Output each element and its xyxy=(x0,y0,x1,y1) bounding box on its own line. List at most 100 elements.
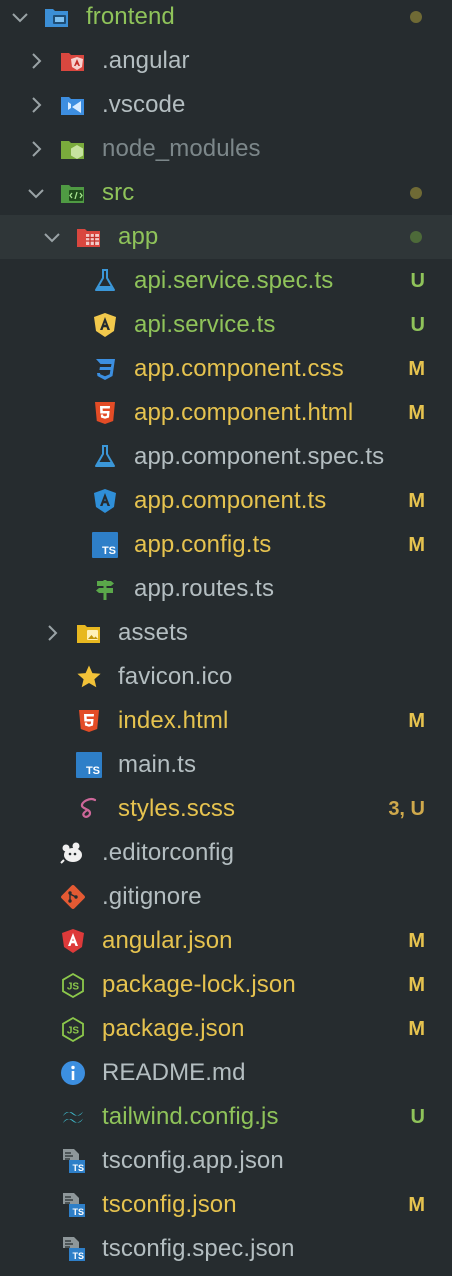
tree-file-package-json[interactable]: JS package.json M xyxy=(0,1007,452,1051)
svg-text:TS: TS xyxy=(72,1163,84,1173)
chevron-right-icon[interactable] xyxy=(26,139,46,159)
chevron-right-icon[interactable] xyxy=(26,95,46,115)
angular-component-icon xyxy=(92,488,118,514)
tree-file-app-component-ts[interactable]: app.component.ts M xyxy=(0,479,452,523)
angular-icon xyxy=(60,928,86,954)
tsconfig-icon: TS xyxy=(60,1148,86,1174)
tree-item-label: tsconfig.json xyxy=(102,1191,237,1218)
chevron-right-icon[interactable] xyxy=(26,51,46,71)
git-status-badge: M xyxy=(408,974,425,996)
tree-file-favicon-ico[interactable]: favicon.ico xyxy=(0,655,452,699)
routes-signpost-icon xyxy=(92,576,118,602)
tree-item-label: app.config.ts xyxy=(134,531,272,558)
git-status-badge: M xyxy=(408,402,425,424)
nodejs-icon: JS xyxy=(60,972,86,998)
git-status-badge: U xyxy=(410,1106,425,1128)
tree-item-label: app.component.html xyxy=(134,399,354,426)
tree-item-label: tsconfig.spec.json xyxy=(102,1235,295,1262)
tree-folder-src[interactable]: src xyxy=(0,171,452,215)
flask-test-icon xyxy=(92,444,118,470)
folder-node-icon xyxy=(60,136,86,162)
git-status-badge: U xyxy=(410,270,425,292)
tree-item-label: angular.json xyxy=(102,927,233,954)
tree-file-app-component-css[interactable]: app.component.css M xyxy=(0,347,452,391)
tree-file-editorconfig[interactable]: .editorconfig xyxy=(0,831,452,875)
git-icon xyxy=(60,884,86,910)
tree-folder-assets[interactable]: assets xyxy=(0,611,452,655)
tree-item-label: main.ts xyxy=(118,751,197,778)
git-status-badge: M xyxy=(408,1018,425,1040)
tree-item-label: README.md xyxy=(102,1059,246,1086)
nodejs-icon: JS xyxy=(60,1016,86,1042)
folder-assets-icon xyxy=(76,620,102,646)
svg-text:TS: TS xyxy=(86,765,100,777)
chevron-right-icon[interactable] xyxy=(42,623,62,643)
tree-file-readme-md[interactable]: README.md xyxy=(0,1051,452,1095)
tree-file-app-component-spec-ts[interactable]: app.component.spec.ts xyxy=(0,435,452,479)
tree-file-app-routes-ts[interactable]: app.routes.ts xyxy=(0,567,452,611)
tree-folder-node-modules[interactable]: node_modules xyxy=(0,127,452,171)
html-icon xyxy=(76,708,102,734)
tree-folder-vscode[interactable]: .vscode xyxy=(0,83,452,127)
tree-item-label: frontend xyxy=(86,3,175,30)
tree-file-styles-scss[interactable]: styles.scss 3, U xyxy=(0,787,452,831)
tree-item-label: package-lock.json xyxy=(102,971,296,998)
tree-file-tsconfig-json[interactable]: TS tsconfig.json M xyxy=(0,1183,452,1227)
info-icon xyxy=(60,1060,86,1086)
tree-file-api-service-ts[interactable]: api.service.ts U xyxy=(0,303,452,347)
tree-file-tsconfig-spec-json[interactable]: TS tsconfig.spec.json xyxy=(0,1227,452,1271)
tree-item-label: assets xyxy=(118,619,188,646)
css-icon xyxy=(92,356,118,382)
chevron-down-icon[interactable] xyxy=(10,7,30,27)
tree-folder-frontend[interactable]: frontend xyxy=(0,0,452,39)
tree-file-angular-json[interactable]: angular.json M xyxy=(0,919,452,963)
svg-text:TS: TS xyxy=(102,545,116,557)
tree-file-tsconfig-app-json[interactable]: TS tsconfig.app.json xyxy=(0,1139,452,1183)
tsconfig-icon: TS xyxy=(60,1192,86,1218)
git-status-badge: M xyxy=(408,710,425,732)
tree-file-api-service-spec-ts[interactable]: api.service.spec.ts U xyxy=(0,259,452,303)
file-explorer-tree: frontend .angular .vscode node_modulessrc ap… xyxy=(0,0,452,1276)
tree-item-label: src xyxy=(102,179,135,206)
tree-item-label: app.routes.ts xyxy=(134,575,275,602)
tree-file-main-ts[interactable]: TS main.ts xyxy=(0,743,452,787)
folder-change-dot xyxy=(410,231,422,243)
tree-folder-angular[interactable]: .angular xyxy=(0,39,452,83)
chevron-down-icon[interactable] xyxy=(26,183,46,203)
html-icon xyxy=(92,400,118,426)
git-status-badge: M xyxy=(408,358,425,380)
folder-src-icon xyxy=(60,180,86,206)
tree-item-label: app.component.css xyxy=(134,355,344,382)
git-status-badge: 3, U xyxy=(388,798,425,820)
tree-item-label: api.service.ts xyxy=(134,311,276,338)
tree-file-gitignore[interactable]: .gitignore xyxy=(0,875,452,919)
tree-item-label: app.component.spec.ts xyxy=(134,443,385,470)
git-status-badge: U xyxy=(410,314,425,336)
tree-item-label: .gitignore xyxy=(102,883,202,910)
svg-text:TS: TS xyxy=(72,1251,84,1261)
tree-item-label: tsconfig.app.json xyxy=(102,1147,284,1174)
svg-text:JS: JS xyxy=(67,982,80,993)
tree-file-tailwind-config-js[interactable]: tailwind.config.js U xyxy=(0,1095,452,1139)
tree-item-label: api.service.spec.ts xyxy=(134,267,334,294)
svg-text:JS: JS xyxy=(67,1026,80,1037)
tree-file-app-config-ts[interactable]: TS app.config.ts M xyxy=(0,523,452,567)
typescript-icon: TS xyxy=(92,532,118,558)
tree-file-index-html[interactable]: index.html M xyxy=(0,699,452,743)
tree-item-label: node_modules xyxy=(102,135,261,162)
folder-angular-icon xyxy=(60,48,86,74)
folder-frontend-icon xyxy=(44,4,70,30)
sass-icon xyxy=(76,796,102,822)
tree-item-label: .angular xyxy=(102,47,190,74)
star-icon xyxy=(76,664,102,690)
tree-item-label: styles.scss xyxy=(118,795,236,822)
git-status-badge: M xyxy=(408,490,425,512)
chevron-down-icon[interactable] xyxy=(42,227,62,247)
tree-file-app-component-html[interactable]: app.component.html M xyxy=(0,391,452,435)
tailwind-icon xyxy=(60,1104,86,1130)
tsconfig-icon: TS xyxy=(60,1236,86,1262)
tree-folder-app[interactable]: app xyxy=(0,215,452,259)
tree-item-label: .vscode xyxy=(102,91,186,118)
folder-app-icon xyxy=(76,224,102,250)
tree-file-package-lock-json[interactable]: JS package-lock.json M xyxy=(0,963,452,1007)
